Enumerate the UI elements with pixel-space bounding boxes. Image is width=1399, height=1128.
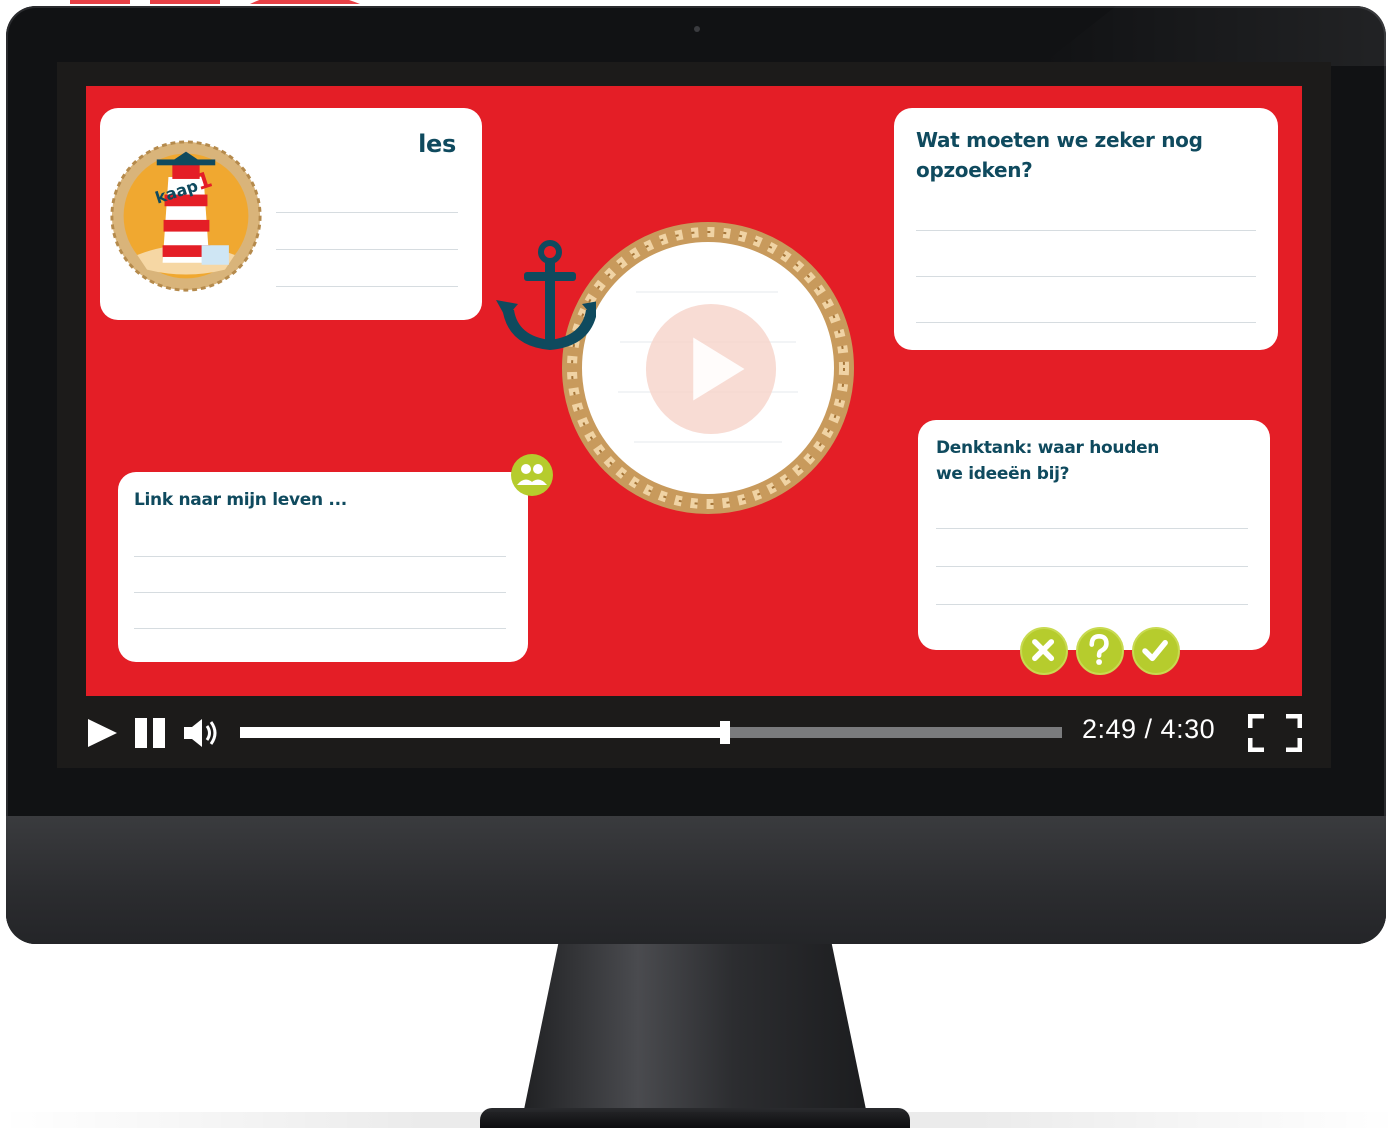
- camera-dot: [694, 26, 700, 32]
- research-line-2: [916, 276, 1256, 277]
- lesson-line-2: [276, 249, 458, 250]
- floor-shadow: [0, 1112, 1399, 1128]
- help-button[interactable]: [1076, 627, 1124, 675]
- lighthouse-icon: [110, 140, 262, 292]
- check-icon: [1142, 640, 1168, 662]
- pause-icon[interactable]: [134, 716, 168, 750]
- check-button[interactable]: [1132, 627, 1180, 675]
- life-line-1: [134, 556, 506, 557]
- fullscreen-icon[interactable]: [1248, 714, 1302, 752]
- monitor-chin: [6, 816, 1386, 944]
- life-line-3: [134, 628, 506, 629]
- research-title-line-2: opzoeken?: [916, 158, 1033, 182]
- lesson-line-3: [276, 286, 458, 287]
- research-line-3: [916, 322, 1256, 323]
- think-line-3: [936, 604, 1248, 605]
- research-title-line-1: Wat moeten we zeker nog: [916, 128, 1203, 152]
- life-line-2: [134, 592, 506, 593]
- center-play-icon[interactable]: [642, 300, 780, 438]
- think-title-line-1: Denktank: waar houden: [936, 438, 1160, 458]
- life-title: Link naar mijn leven ...: [134, 490, 347, 510]
- think-title-line-2: we ideeën bij?: [936, 464, 1070, 484]
- help-icon: [1089, 634, 1109, 665]
- close-button[interactable]: [1020, 627, 1068, 675]
- close-icon: [1032, 639, 1055, 662]
- time-display: 2:49 / 4:30: [1082, 714, 1216, 744]
- research-card: Wat moeten we zeker nog opzoeken?: [894, 108, 1278, 350]
- life-card: Link naar mijn leven ...: [118, 472, 528, 662]
- lesson-line-1: [276, 212, 458, 213]
- anchor-icon: [496, 240, 596, 350]
- think-card: Denktank: waar houden we ideeën bij?: [918, 420, 1270, 650]
- group-icon[interactable]: [509, 452, 555, 498]
- think-line-2: [936, 566, 1248, 567]
- progress-handle[interactable]: [720, 721, 730, 744]
- research-line-1: [916, 230, 1256, 231]
- lesson-card: les kaap1: [100, 108, 482, 320]
- video-frame[interactable]: les kaap1 Wat moeten we zeker nog opzoek…: [86, 86, 1302, 696]
- think-line-1: [936, 528, 1248, 529]
- volume-icon[interactable]: [182, 716, 222, 750]
- play-icon[interactable]: [86, 716, 120, 750]
- monitor-stand: [520, 944, 870, 1128]
- lesson-title: les: [418, 130, 456, 158]
- progress-fill: [240, 727, 725, 738]
